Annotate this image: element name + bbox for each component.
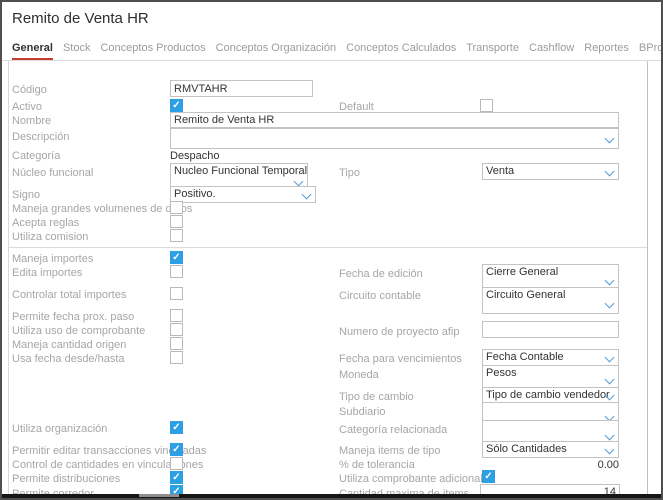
tab-bproc[interactable]: BProc xyxy=(639,42,663,60)
edita-importes-label: Edita importes xyxy=(12,267,82,279)
panel-right-border xyxy=(647,61,648,494)
codigo-input[interactable] xyxy=(170,80,313,97)
tab-cashflow[interactable]: Cashflow xyxy=(529,42,574,60)
nombre-label: Nombre xyxy=(12,115,51,127)
window: Remito de Venta HR General Stock Concept… xyxy=(0,0,663,500)
page-title: Remito de Venta HR xyxy=(12,10,149,27)
maneja-importes-label: Maneja importes xyxy=(12,253,93,265)
descripcion-dropdown[interactable] xyxy=(170,128,619,149)
usa-fecha-desde-hasta-label: Usa fecha desde/hasta xyxy=(12,353,125,365)
chevron-down-icon xyxy=(605,375,615,385)
controlar-total-importes-checkbox[interactable] xyxy=(170,287,183,300)
descripcion-label: Descripción xyxy=(12,131,69,143)
chevron-down-icon xyxy=(605,134,615,144)
chevron-down-icon xyxy=(605,445,615,455)
utiliza-comprobante-adicional-checkbox[interactable] xyxy=(482,470,495,483)
section-divider xyxy=(9,247,647,248)
tab-bar: General Stock Conceptos Productos Concep… xyxy=(12,42,663,60)
maneja-grandes-volumenes-checkbox[interactable] xyxy=(170,201,183,214)
numero-proyecto-afip-input[interactable] xyxy=(482,321,619,338)
acepta-reglas-checkbox[interactable] xyxy=(170,215,183,228)
maneja-items-de-tipo-label: Maneja items de tipo xyxy=(339,445,441,457)
utiliza-organizacion-checkbox[interactable] xyxy=(170,421,183,434)
fecha-para-vencimientos-dropdown[interactable]: Fecha Contable xyxy=(482,349,619,366)
signo-dropdown[interactable]: Positivo. xyxy=(170,186,316,203)
circuito-contable-label: Circuito contable xyxy=(339,290,421,302)
permite-fecha-prox-paso-label: Permite fecha prox. paso xyxy=(12,311,134,323)
signo-label: Signo xyxy=(12,189,40,201)
subdiario-label: Subdiario xyxy=(339,406,385,418)
chevron-down-icon xyxy=(294,177,304,187)
usa-fecha-desde-hasta-checkbox[interactable] xyxy=(170,351,183,364)
maneja-items-de-tipo-dropdown[interactable]: Sólo Cantidades xyxy=(482,441,619,458)
chevron-down-icon xyxy=(605,167,615,177)
utiliza-comision-label: Utiliza comision xyxy=(12,231,88,243)
maneja-importes-checkbox[interactable] xyxy=(170,251,183,264)
fecha-para-vencimientos-value: Fecha Contable xyxy=(486,351,564,363)
maneja-cantidad-origen-label: Maneja cantidad origen xyxy=(12,339,126,351)
tabs-separator xyxy=(2,60,661,61)
permite-distribuciones-label: Permite distribuciones xyxy=(12,473,120,485)
activo-checkbox[interactable] xyxy=(170,99,183,112)
bottom-cutoff-bar xyxy=(2,494,661,500)
utiliza-uso-comprobante-checkbox[interactable] xyxy=(170,323,183,336)
tipo-de-cambio-value: Tipo de cambio vendedor xyxy=(486,389,610,401)
chevron-down-icon xyxy=(605,299,615,309)
permitir-editar-transacciones-checkbox[interactable] xyxy=(170,443,183,456)
maneja-cantidad-origen-checkbox[interactable] xyxy=(170,337,183,350)
controlar-total-importes-label: Controlar total importes xyxy=(12,289,126,301)
control-cantidades-vinculaciones-checkbox[interactable] xyxy=(170,457,183,470)
categoria-relacionada-label: Categoría relacionada xyxy=(339,424,447,436)
fecha-para-vencimientos-label: Fecha para vencimientos xyxy=(339,353,462,365)
numero-proyecto-afip-label: Numero de proyecto afip xyxy=(339,326,459,338)
nucleo-funcional-value: Nucleo Funcional Temporal xyxy=(174,165,307,177)
moneda-value: Pesos xyxy=(486,367,517,379)
moneda-label: Moneda xyxy=(339,369,379,381)
tolerancia-value: 0.00 xyxy=(522,459,619,471)
codigo-label: Código xyxy=(12,84,47,96)
chevron-down-icon xyxy=(302,190,312,200)
tab-conceptos-productos[interactable]: Conceptos Productos xyxy=(100,42,205,60)
panel-left-border xyxy=(8,61,9,494)
permite-distribuciones-checkbox[interactable] xyxy=(170,471,183,484)
default-checkbox[interactable] xyxy=(480,99,493,112)
circuito-contable-value: Circuito General xyxy=(486,289,565,301)
tab-conceptos-calculados[interactable]: Conceptos Calculados xyxy=(346,42,456,60)
tolerancia-label: % de tolerancia xyxy=(339,459,415,471)
chevron-down-icon xyxy=(605,276,615,286)
utiliza-comprobante-adicional-label: Utiliza comprobante adicional xyxy=(339,473,483,485)
tipo-label: Tipo xyxy=(339,167,360,179)
activo-label: Activo xyxy=(12,101,42,113)
bottom-scrollbar-thumb[interactable] xyxy=(139,494,179,497)
utiliza-uso-comprobante-label: Utiliza uso de comprobante xyxy=(12,325,145,337)
categoria-label: Categoría xyxy=(12,150,60,162)
acepta-reglas-label: Acepta reglas xyxy=(12,217,79,229)
tipo-value: Venta xyxy=(486,165,514,177)
fecha-edicion-value: Cierre General xyxy=(486,266,558,278)
nombre-input[interactable] xyxy=(170,112,619,128)
maneja-items-de-tipo-value: Sólo Cantidades xyxy=(486,443,567,455)
utiliza-comision-checkbox[interactable] xyxy=(170,229,183,242)
permite-fecha-prox-paso-checkbox[interactable] xyxy=(170,309,183,322)
tipo-de-cambio-label: Tipo de cambio xyxy=(339,391,414,403)
fecha-edicion-label: Fecha de edición xyxy=(339,268,423,280)
tipo-dropdown[interactable]: Venta xyxy=(482,163,619,180)
signo-value: Positivo. xyxy=(174,188,216,200)
tab-conceptos-organizacion[interactable]: Conceptos Organización xyxy=(216,42,336,60)
tab-transporte[interactable]: Transporte xyxy=(466,42,519,60)
categoria-value: Despacho xyxy=(170,150,220,162)
edita-importes-checkbox[interactable] xyxy=(170,265,183,278)
nucleo-funcional-label: Núcleo funcional xyxy=(12,167,93,179)
tab-reportes[interactable]: Reportes xyxy=(584,42,629,60)
maneja-grandes-volumenes-label: Maneja grandes volumenes de datos xyxy=(12,203,192,215)
utiliza-organizacion-label: Utiliza organización xyxy=(12,423,107,435)
tab-stock[interactable]: Stock xyxy=(63,42,91,60)
tab-general[interactable]: General xyxy=(12,42,53,60)
circuito-contable-dropdown[interactable]: Circuito General xyxy=(482,287,619,314)
chevron-down-icon xyxy=(605,353,615,363)
chevron-down-icon xyxy=(605,431,615,441)
